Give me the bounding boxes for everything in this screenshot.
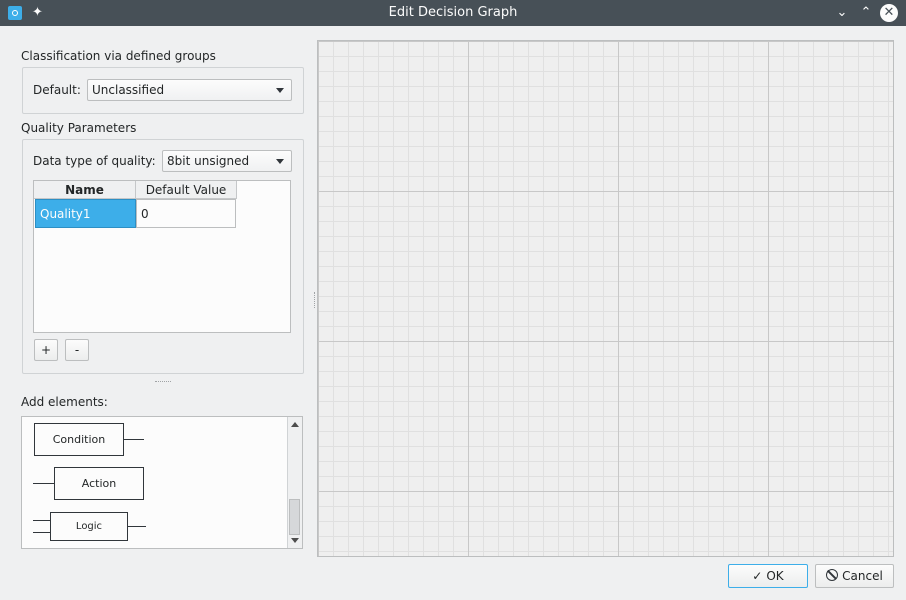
table-cell-default-value[interactable]: 0 (136, 199, 236, 228)
condition-output-line (124, 439, 144, 440)
logic-input-line-2 (33, 532, 50, 533)
elements-palette: Condition Action Logic (21, 416, 303, 549)
close-icon[interactable]: ✕ (880, 4, 898, 22)
scroll-down-icon[interactable] (291, 538, 299, 543)
logic-input-line-1 (33, 520, 50, 521)
elements-title: Add elements: (21, 395, 108, 409)
scroll-thumb[interactable] (289, 499, 300, 535)
data-type-value: 8bit unsigned (167, 154, 250, 168)
classification-group: Default: Unclassified (22, 67, 304, 114)
column-header-default-value[interactable]: Default Value (136, 181, 237, 199)
table-cell-name[interactable]: Quality1 (35, 199, 136, 228)
default-label: Default: (33, 83, 81, 97)
check-icon: ✓ (752, 569, 763, 583)
data-type-label: Data type of quality: (33, 154, 156, 168)
action-input-line (33, 483, 54, 484)
remove-quality-button[interactable]: - (65, 339, 89, 361)
quality-title: Quality Parameters (21, 121, 137, 135)
chevron-down-icon[interactable]: ⌄ (832, 3, 852, 23)
cancel-label: Cancel (842, 569, 883, 583)
add-quality-button[interactable]: + (34, 339, 58, 361)
cancel-icon (826, 569, 839, 581)
ok-button[interactable]: ✓ OK (728, 564, 808, 588)
chevron-up-icon[interactable]: ⌃ (856, 3, 876, 23)
scroll-up-icon[interactable] (291, 422, 299, 427)
action-element[interactable]: Action (54, 467, 144, 500)
default-group-value: Unclassified (92, 83, 165, 97)
chevron-down-icon (276, 159, 284, 164)
logic-element[interactable]: Logic (50, 512, 128, 541)
data-type-combo[interactable]: 8bit unsigned (162, 150, 292, 172)
window-title: Edit Decision Graph (388, 5, 518, 20)
horizontal-splitter-handle[interactable] (155, 381, 171, 384)
condition-element[interactable]: Condition (34, 423, 124, 456)
decision-graph-canvas[interactable] (317, 40, 894, 557)
chevron-down-icon (276, 88, 284, 93)
cancel-button[interactable]: Cancel (815, 564, 894, 588)
column-header-name[interactable]: Name (34, 181, 136, 199)
classification-title: Classification via defined groups (21, 49, 216, 63)
logic-output-line (128, 526, 146, 527)
ok-label: OK (766, 569, 784, 583)
default-group-combo[interactable]: Unclassified (87, 79, 292, 101)
window-titlebar: ✦ Edit Decision Graph ⌄ ⌃ ✕ (0, 0, 906, 26)
elements-scrollbar[interactable] (287, 417, 302, 548)
quality-table[interactable]: Name Default Value Quality1 0 (33, 180, 291, 333)
